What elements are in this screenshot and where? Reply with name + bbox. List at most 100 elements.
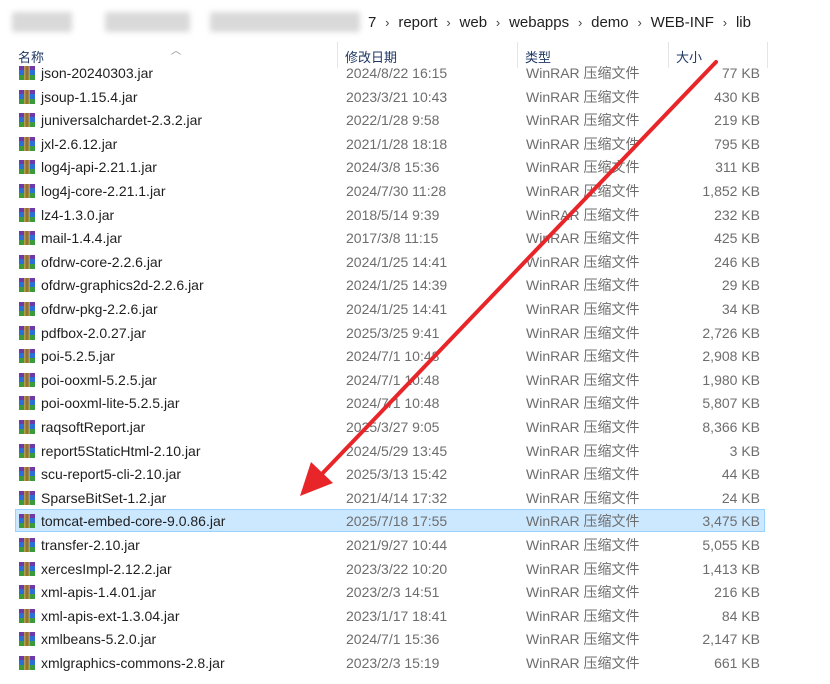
file-name: poi-5.2.5.jar — [41, 348, 115, 365]
file-modified-date: 2023/3/22 10:20 — [346, 560, 448, 577]
chevron-right-icon[interactable]: › — [378, 15, 396, 30]
file-size: 1,852 KB — [702, 183, 760, 199]
file-size: 3 KB — [729, 442, 760, 459]
file-row[interactable]: xml-apis-1.4.01.jar 2023/2/3 14:51 WinRAR … — [15, 580, 765, 603]
file-modified-date: 2024/7/1 10:48 — [346, 371, 440, 388]
file-row[interactable]: SparseBitSet-1.2.jar 2021/4/14 17:32 WinRA… — [15, 486, 765, 509]
file-row[interactable]: poi-ooxml-5.2.5.jar 2024/7/1 10:48 WinRAR … — [15, 368, 765, 391]
file-name: jxl-2.6.12.jar — [41, 135, 118, 152]
file-name: poi-ooxml-lite-5.2.5.jar — [41, 395, 180, 412]
file-size: 34 KB — [721, 301, 760, 317]
file-row[interactable]: xmlbeans-5.2.0.jar 2024/7/1 15:36 WinRAR 压… — [15, 627, 765, 650]
winrar-archive-icon — [19, 89, 35, 104]
file-row[interactable]: poi-ooxml-lite-5.2.5.jar 2024/7/1 10:48 Wi… — [15, 391, 765, 414]
breadcrumb-item-web-inf[interactable]: WEB-INF — [649, 14, 716, 31]
file-row[interactable]: xercesImpl-2.12.2.jar 2023/3/22 10:20 WinR… — [15, 557, 765, 580]
file-name: ofdrw-pkg-2.2.6.jar — [41, 301, 158, 317]
file-row[interactable]: json-20240303.jar 2024/8/22 16:15 WinRAR 压… — [15, 64, 765, 84]
file-type: WinRAR 压缩文件 — [526, 419, 640, 435]
file-size: 29 KB — [721, 277, 760, 294]
file-modified-date: 2023/2/3 14:51 — [346, 584, 440, 601]
file-modified-date: 2022/1/28 9:58 — [346, 112, 440, 129]
file-row[interactable]: jxl-2.6.12.jar 2021/1/28 18:18 WinRAR 压缩文件… — [15, 132, 765, 155]
file-size: 24 KB — [721, 489, 760, 506]
file-row[interactable]: lz4-1.3.0.jar 2018/5/14 9:39 WinRAR 压缩文件 23… — [15, 203, 765, 226]
file-row[interactable]: xmlgraphics-commons-2.8.jar 2023/2/3 15:1… — [15, 651, 765, 674]
breadcrumb-item-demo[interactable]: demo — [589, 14, 631, 31]
file-row[interactable]: juniversalchardet-2.3.2.jar 2022/1/28 9:5… — [15, 108, 765, 131]
file-type: WinRAR 压缩文件 — [526, 159, 640, 176]
breadcrumb-item-report[interactable]: report — [396, 14, 439, 31]
breadcrumb: 7 › report › web › webapps › demo › WEB-… — [366, 11, 753, 33]
chevron-right-icon[interactable]: › — [489, 15, 507, 30]
file-name: lz4-1.3.0.jar — [41, 206, 115, 223]
file-size: 5,807 KB — [702, 395, 760, 412]
winrar-archive-icon — [19, 420, 35, 434]
file-row[interactable]: ofdrw-graphics2d-2.2.6.jar 2024/1/25 14:3… — [15, 273, 765, 296]
file-name: SparseBitSet-1.2.jar — [41, 489, 167, 506]
breadcrumb-item-webapps[interactable]: webapps — [507, 14, 571, 31]
file-type: WinRAR 压缩文件 — [526, 253, 640, 270]
chevron-right-icon[interactable]: › — [631, 15, 649, 30]
file-name: pdfbox-2.0.27.jar — [41, 324, 147, 341]
breadcrumb-item-web[interactable]: web — [458, 14, 490, 31]
file-type: WinRAR 压缩文件 — [526, 560, 640, 577]
winrar-archive-icon — [19, 136, 35, 151]
winrar-archive-icon — [19, 538, 35, 552]
file-row[interactable]: log4j-core-2.21.1.jar 2024/7/30 11:28 WinR… — [15, 179, 765, 202]
winrar-archive-icon — [19, 231, 35, 246]
file-size: 2,147 KB — [702, 631, 760, 648]
chevron-right-icon[interactable]: › — [716, 15, 734, 30]
file-name: tomcat-embed-core-9.0.86.jar — [41, 513, 226, 530]
file-type: WinRAR 压缩文件 — [526, 607, 640, 624]
file-type: WinRAR 压缩文件 — [526, 371, 640, 388]
file-size: 77 KB — [721, 65, 760, 81]
file-name: jsoup-1.15.4.jar — [41, 88, 138, 105]
file-row[interactable]: xml-apis-ext-1.3.04.jar 2023/1/17 18:41 Wi… — [15, 604, 765, 627]
winrar-archive-icon — [19, 514, 35, 529]
file-row[interactable]: jsoup-1.15.4.jar 2023/3/21 10:43 WinRAR 压缩… — [15, 85, 765, 108]
file-type: WinRAR 压缩文件 — [526, 631, 640, 648]
file-type: WinRAR 压缩文件 — [526, 88, 640, 105]
file-row[interactable]: poi-5.2.5.jar 2024/7/1 10:48 WinRAR 压缩文件 2,… — [15, 344, 765, 367]
file-modified-date: 2024/5/29 13:45 — [346, 442, 448, 459]
file-modified-date: 2025/7/18 17:55 — [346, 513, 448, 530]
chevron-right-icon[interactable]: › — [440, 15, 458, 30]
winrar-archive-icon — [19, 608, 35, 623]
file-modified-date: 2024/8/22 16:15 — [346, 65, 448, 81]
file-type: WinRAR 压缩文件 — [526, 348, 640, 365]
file-type: WinRAR 压缩文件 — [526, 277, 640, 294]
file-row[interactable]: ofdrw-pkg-2.2.6.jar 2024/1/25 14:41 WinRAR… — [15, 297, 765, 320]
file-name: raqsoftReport.jar — [41, 419, 146, 435]
blurred-path-segment — [105, 12, 190, 32]
file-row[interactable]: scu-report5-cli-2.10.jar 2025/3/13 15:42 W… — [15, 462, 765, 485]
breadcrumb-partial[interactable]: 7 — [366, 14, 378, 31]
file-row[interactable]: pdfbox-2.0.27.jar 2025/3/25 9:41 WinRAR 压缩… — [15, 321, 765, 344]
file-name: json-20240303.jar — [41, 65, 154, 81]
winrar-archive-icon — [19, 160, 35, 175]
blurred-path-segment — [12, 12, 72, 32]
file-type: WinRAR 压缩文件 — [526, 230, 640, 247]
file-row[interactable]: transfer-2.10.jar 2021/9/27 10:44 WinRAR 压… — [15, 533, 765, 556]
breadcrumb-item-lib[interactable]: lib — [734, 14, 753, 31]
address-bar[interactable]: 7 › report › web › webapps › demo › WEB-… — [0, 0, 830, 42]
winrar-archive-icon — [19, 302, 35, 316]
file-name: xmlbeans-5.2.0.jar — [41, 631, 157, 648]
file-type: WinRAR 压缩文件 — [526, 112, 640, 129]
file-row[interactable]: report5StaticHtml-2.10.jar 2024/5/29 13:4… — [15, 439, 765, 462]
file-list: json-20240303.jar 2024/8/22 16:15 WinRAR 压… — [0, 64, 830, 684]
file-name: poi-ooxml-5.2.5.jar — [41, 371, 157, 388]
winrar-archive-icon — [19, 490, 35, 505]
file-name: xml-apis-ext-1.3.04.jar — [41, 607, 180, 624]
file-row-selected[interactable]: tomcat-embed-core-9.0.86.jar 2025/7/18 17… — [15, 509, 765, 533]
file-modified-date: 2024/1/25 14:41 — [346, 253, 448, 270]
file-row[interactable]: ofdrw-core-2.2.6.jar 2024/1/25 14:41 WinRA… — [15, 250, 765, 273]
chevron-right-icon[interactable]: › — [571, 15, 589, 30]
file-row[interactable]: log4j-api-2.21.1.jar 2024/3/8 15:36 WinRAR… — [15, 155, 765, 178]
sort-ascending-icon: ︿ — [171, 46, 181, 57]
winrar-archive-icon — [19, 396, 35, 411]
file-size: 44 KB — [721, 466, 760, 483]
file-row[interactable]: mail-1.4.4.jar 2017/3/8 11:15 WinRAR 压缩文件 4… — [15, 226, 765, 249]
file-row[interactable]: raqsoftReport.jar 2025/3/27 9:05 WinRAR 压缩… — [15, 415, 765, 438]
file-size: 216 KB — [714, 584, 760, 601]
